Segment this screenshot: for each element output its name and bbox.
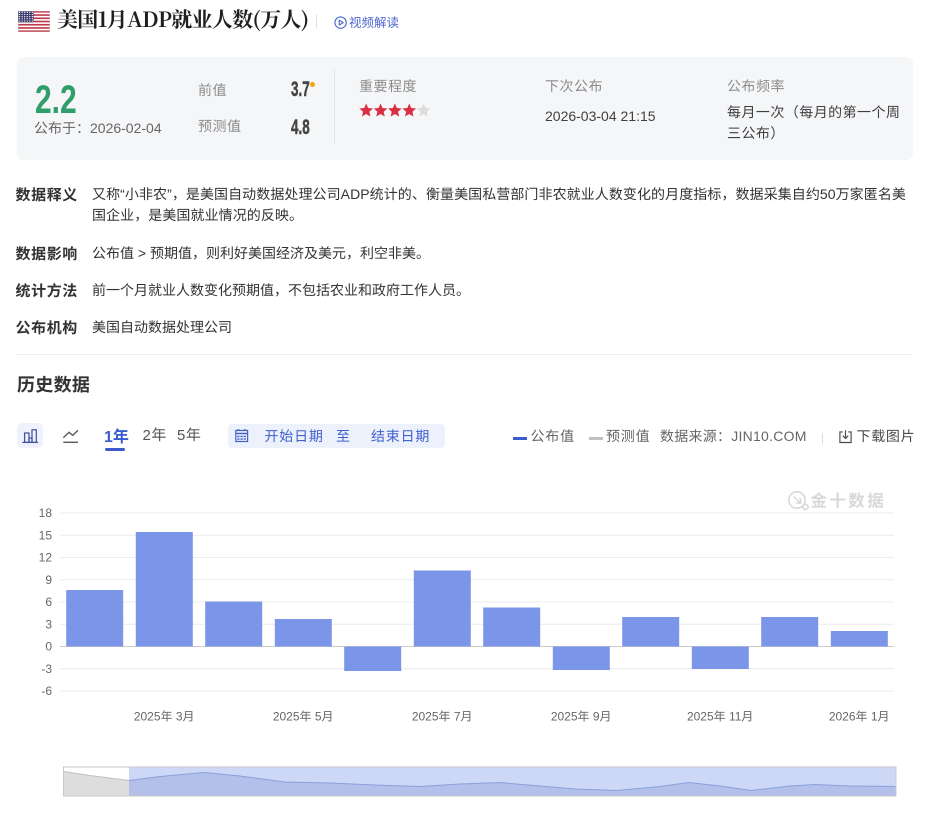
svg-text:2025年 9月: 2025年 9月 [551, 708, 612, 725]
svg-text:15: 15 [39, 526, 53, 543]
svg-text:金十数据: 金十数据 [811, 488, 887, 512]
svg-text:-3: -3 [41, 660, 52, 677]
svg-text:9: 9 [45, 571, 52, 588]
svg-text:12: 12 [39, 549, 53, 566]
svg-text:2026年 1月: 2026年 1月 [829, 708, 890, 725]
svg-text:2025年 3月: 2025年 3月 [134, 708, 195, 725]
svg-text:6: 6 [45, 593, 52, 610]
svg-text:18: 18 [39, 504, 53, 521]
svg-text:3: 3 [45, 615, 52, 632]
svg-text:0: 0 [45, 638, 52, 655]
svg-text:2025年 5月: 2025年 5月 [273, 708, 334, 725]
svg-text:-6: -6 [41, 682, 52, 699]
svg-text:2025年 7月: 2025年 7月 [412, 708, 473, 725]
svg-text:2025年 11月: 2025年 11月 [687, 708, 754, 725]
